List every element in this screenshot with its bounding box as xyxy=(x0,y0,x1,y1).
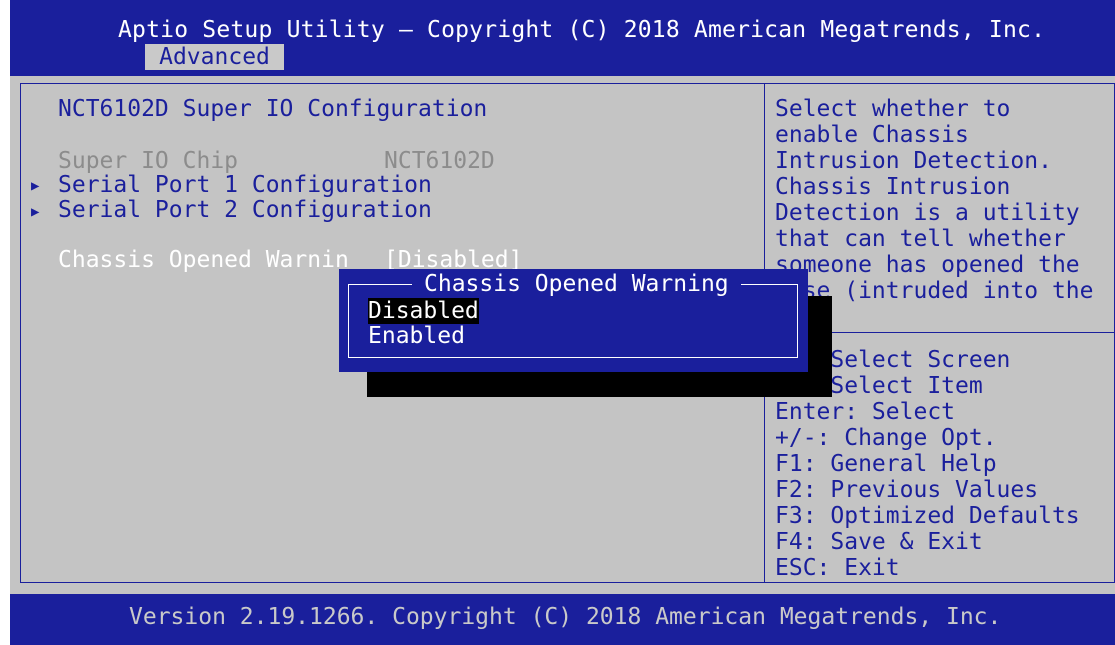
super-io-chip-label: Super IO Chip xyxy=(58,148,239,174)
help-line: Select whether to xyxy=(775,96,1011,122)
help-line: enable Chassis xyxy=(775,122,969,148)
submenu-label: Serial Port 1 Configuration xyxy=(58,172,432,198)
help-text: Select whether to enable Chassis Intrusi… xyxy=(775,96,1094,304)
version-footer: Version 2.19.1266. Copyright (C) 2018 Am… xyxy=(129,604,1002,630)
page-title: NCT6102D Super IO Configuration xyxy=(58,96,488,122)
help-line: that can tell whether xyxy=(775,226,1066,252)
key-help-line: F3: Optimized Defaults xyxy=(775,503,1080,529)
tab-advanced[interactable]: Advanced xyxy=(145,44,284,70)
help-line: Intrusion Detection. xyxy=(775,148,1052,174)
key-help-line: F1: General Help xyxy=(775,451,997,477)
help-line: Chassis Intrusion xyxy=(775,174,1011,200)
help-line: someone has opened the xyxy=(775,252,1080,278)
key-help-line: +/-: Change Opt. xyxy=(775,425,997,451)
app-title: Aptio Setup Utility – Copyright (C) 2018… xyxy=(118,17,1046,43)
super-io-chip-value: NCT6102D xyxy=(384,148,495,174)
bios-screen: Aptio Setup Utility – Copyright (C) 2018… xyxy=(0,0,1115,645)
popup-title: Chassis Opened Warning xyxy=(412,271,741,297)
popup-option-disabled[interactable]: Disabled xyxy=(368,298,479,324)
chassis-warning-label: Chassis Opened Warnin xyxy=(58,247,349,273)
help-line: Detection is a utility xyxy=(775,200,1080,226)
key-help-line: F2: Previous Values xyxy=(775,477,1039,503)
key-help-line: ESC: Exit xyxy=(775,555,900,581)
key-help-line: Enter: Select xyxy=(775,399,956,425)
submenu-label: Serial Port 2 Configuration xyxy=(58,197,432,223)
key-help-line: F4: Save & Exit xyxy=(775,529,983,555)
triangle-right-icon: ▶ xyxy=(31,178,40,194)
triangle-right-icon: ▶ xyxy=(31,204,40,220)
popup-option-enabled[interactable]: Enabled xyxy=(368,323,465,349)
